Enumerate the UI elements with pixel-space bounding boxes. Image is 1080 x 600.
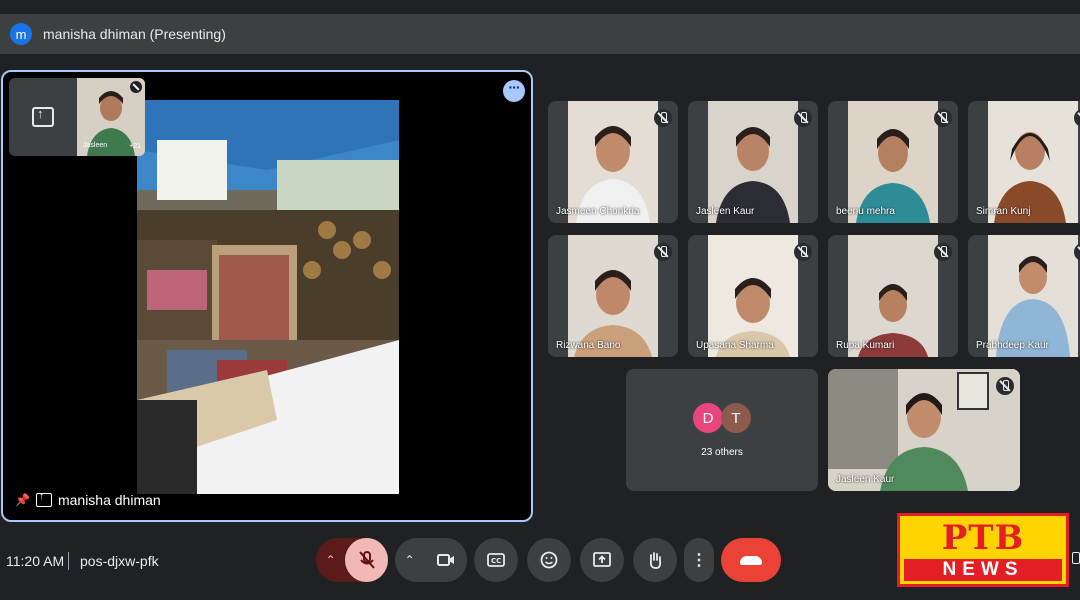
logo-text-ptb: PTB (941, 518, 1025, 558)
mic-off-icon[interactable] (345, 538, 388, 582)
participant-tile[interactable]: beenu mehra (828, 101, 958, 223)
participant-name: Prabhdeep Kaur (976, 340, 1049, 351)
participant-video (568, 101, 658, 223)
mic-off-icon (654, 109, 672, 127)
presentation-stage[interactable]: Jasleen +21 ··· 📌 manisha dhiman (1, 70, 533, 522)
present-screen-icon (32, 106, 54, 127)
participant-tile[interactable]: Jasmeen Chonkria (548, 101, 678, 223)
presenting-title: manisha dhiman (Presenting) (43, 26, 226, 42)
participant-name: Rizwana Bano (556, 340, 621, 351)
participant-video (848, 235, 938, 357)
mic-control: ⌃ (316, 538, 388, 582)
meeting-time: 11:20 AM (6, 553, 65, 569)
participant-tile[interactable]: Rizwana Bano (548, 235, 678, 357)
captions-icon[interactable]: CC (474, 538, 518, 582)
participant-name: Jasleen Kaur (836, 474, 895, 485)
participant-name: Jasmeen Chonkria (556, 206, 640, 217)
self-name: Jasleen (83, 142, 108, 149)
mic-off-icon (794, 109, 812, 127)
participant-tile[interactable]: Rupa Kumari (828, 235, 958, 357)
participant-tile[interactable]: Prabhdeep Kaur (968, 235, 1080, 357)
participant-video (708, 235, 798, 357)
camera-icon[interactable] (424, 538, 467, 582)
participant-name: Jasleen Kaur (696, 206, 755, 217)
participant-tile[interactable]: Upasana Sharma (688, 235, 818, 357)
logo-text-news: NEWS (904, 559, 1062, 581)
participant-tile[interactable]: Jasleen Kaur (688, 101, 818, 223)
others-avatars: D T (693, 403, 751, 433)
others-count: 23 others (701, 447, 743, 458)
mic-off-icon (794, 243, 812, 261)
svg-text:CC: CC (491, 557, 501, 565)
self-preview-tile[interactable]: Jasleen +21 (9, 78, 145, 156)
more-vert-icon[interactable]: ⋮ (684, 538, 714, 582)
mic-off-icon (654, 243, 672, 261)
present-icon[interactable] (580, 538, 624, 582)
chevron-up-icon[interactable]: ⌃ (316, 553, 345, 567)
participant-video (988, 101, 1078, 223)
avatar: D (693, 403, 723, 433)
end-call-icon[interactable] (721, 538, 781, 582)
divider (68, 552, 69, 570)
mic-off-icon (934, 243, 952, 261)
presenting-banner: m manisha dhiman (Presenting) (0, 14, 1080, 54)
mic-off-icon (130, 81, 142, 93)
participant-name: beenu mehra (836, 206, 895, 217)
shared-screen-image (137, 100, 399, 494)
emoji-icon[interactable] (527, 538, 571, 582)
participant-video (568, 235, 658, 357)
presenter-name: manisha dhiman (57, 492, 161, 508)
participant-video (828, 369, 1020, 491)
lock-icon (1072, 552, 1080, 564)
participant-tile[interactable]: Jasleen Kaur (828, 369, 1020, 491)
participant-video (708, 101, 798, 223)
avatar: T (721, 403, 751, 433)
ptb-news-logo: PTB NEWS (897, 513, 1069, 587)
mic-off-icon (996, 377, 1014, 395)
pin-icon[interactable]: 📌 (15, 493, 30, 507)
camera-control: ⌃ (395, 538, 467, 582)
present-screen-icon (35, 491, 52, 507)
participant-tile[interactable]: Simran Kunj (968, 101, 1080, 223)
stage-label: 📌 manisha dhiman (15, 491, 161, 508)
presenter-avatar: m (10, 23, 32, 45)
participant-video (848, 101, 938, 223)
others-tile[interactable]: D T 23 others (626, 369, 818, 491)
raise-hand-icon[interactable] (633, 538, 677, 582)
participant-name: Simran Kunj (976, 206, 1031, 217)
participant-name: Upasana Sharma (696, 340, 774, 351)
meeting-code: pos-djxw-pfk (80, 553, 159, 569)
participant-count: +21 (129, 143, 141, 150)
participant-video (988, 235, 1078, 357)
chevron-up-icon[interactable]: ⌃ (395, 553, 424, 567)
presenting-indicator (9, 78, 77, 156)
participant-name: Rupa Kumari (836, 340, 895, 351)
more-options-button[interactable]: ··· (503, 80, 525, 102)
mic-off-icon (934, 109, 952, 127)
